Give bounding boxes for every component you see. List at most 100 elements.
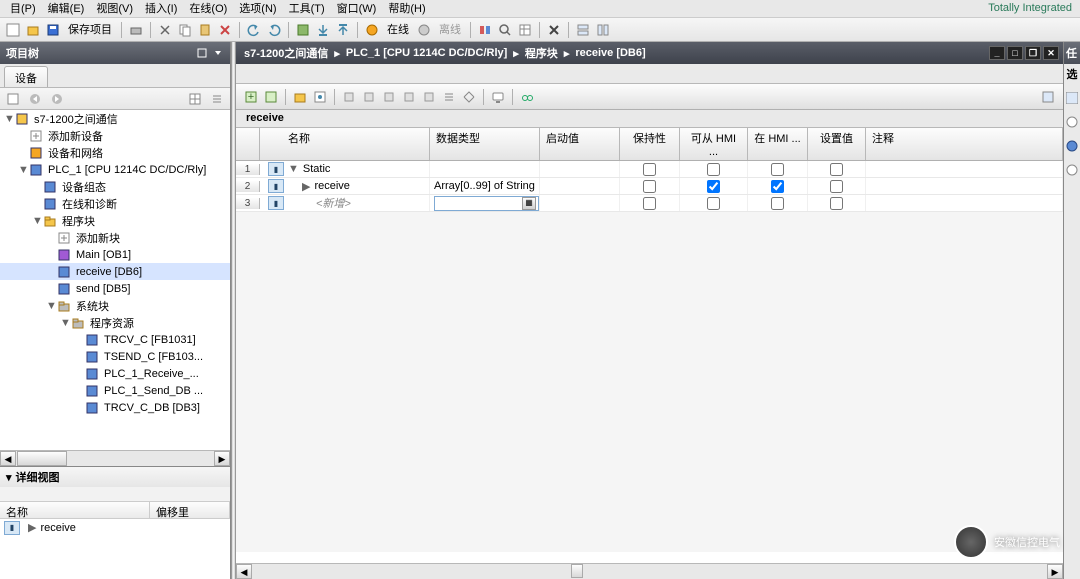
open-project-button[interactable] [24,21,42,39]
minimize-button[interactable]: _ [989,46,1005,60]
menu-view[interactable]: 视图(V) [90,0,139,17]
tree-item[interactable]: TRCV_C_DB [DB3] [0,399,230,416]
tree-item[interactable]: PLC_1_Receive_... [0,365,230,382]
tree-item[interactable]: ▼系统块 [0,297,230,314]
upload-button[interactable] [334,21,352,39]
cell-type-wrap[interactable]: ▦ [430,195,540,211]
et-settings-button[interactable] [1039,88,1057,106]
cell-type-wrap[interactable]: Array[0..99] of String [430,178,540,194]
breadcrumb-segment[interactable]: s7-1200之间通信 [240,45,332,61]
tree-item[interactable]: ▼程序块 [0,212,230,229]
retain-checkbox[interactable] [643,180,656,193]
tree-toggle-icon[interactable]: ▼ [60,317,70,329]
row-toggle-icon[interactable]: ▶ [302,180,310,193]
detail-view-header[interactable]: ▾ 详细视图 [0,467,230,487]
row-number[interactable]: 2 [236,181,260,192]
go-online-button[interactable] [363,21,381,39]
collapse-icon[interactable] [212,47,224,59]
tree-item[interactable]: 添加新块 [0,229,230,246]
cell-start[interactable] [540,195,620,211]
hmi2-checkbox[interactable] [771,197,784,210]
et-keep-button[interactable] [340,88,358,106]
cell-comment[interactable] [866,161,1063,177]
row-number[interactable]: 3 [236,198,260,209]
col-hmi2[interactable]: 在 HMI ... [748,128,808,160]
tree-list-button[interactable] [208,90,226,108]
et-c1-button[interactable] [360,88,378,106]
et-add-button[interactable] [262,88,280,106]
tree-grid-button[interactable] [186,90,204,108]
undo-button[interactable] [245,21,263,39]
menu-online[interactable]: 在线(O) [183,0,233,17]
row-number[interactable]: 1 [236,164,260,175]
col-name[interactable]: 名称 [260,128,430,160]
menu-window[interactable]: 窗口(W) [331,0,383,17]
cell-hmi1[interactable] [680,195,748,211]
cut-button[interactable] [156,21,174,39]
search-button[interactable] [496,21,514,39]
col-comment[interactable]: 注释 [866,128,1063,160]
col-type[interactable]: 数据类型 [430,128,540,160]
col-start[interactable]: 启动值 [540,128,620,160]
menu-help[interactable]: 帮助(H) [382,0,431,17]
device-tab[interactable]: 设备 [4,66,48,87]
redo-button[interactable] [265,21,283,39]
breadcrumb-segment[interactable]: receive [DB6] [571,47,649,59]
grid-row[interactable]: 1▮▼Static [236,161,1063,178]
col-setpt[interactable]: 设置值 [808,128,866,160]
maximize-button[interactable]: □ [1007,46,1023,60]
hmi1-checkbox[interactable] [707,197,720,210]
db-grid[interactable]: 名称 数据类型 启动值 保持性 可从 HMI ... 在 HMI ... 设置值… [236,128,1063,563]
tree-back-button[interactable] [26,90,44,108]
tree-item[interactable]: 在线和诊断 [0,195,230,212]
cell-retain[interactable] [620,195,680,211]
print-button[interactable] [127,21,145,39]
et-glasses-button[interactable] [518,88,536,106]
row-toggle-icon[interactable]: ▼ [288,163,299,175]
grid-row[interactable]: 2▮▶receiveArray[0..99] of String [236,178,1063,195]
cell-hmi1[interactable] [680,161,748,177]
cell-setpt[interactable] [808,178,866,194]
split-v-button[interactable] [594,21,612,39]
scroll-right-arrow[interactable]: ▶ [1047,564,1063,579]
col-hmi1[interactable]: 可从 HMI ... [680,128,748,160]
col-retain[interactable]: 保持性 [620,128,680,160]
cell-name[interactable]: ▮▶receive [260,178,430,194]
task-item[interactable] [1066,164,1078,176]
save-button[interactable] [44,21,62,39]
editor-h-scrollbar[interactable]: ◀ ▶ [236,563,1063,579]
close-editor-button[interactable]: ✕ [1043,46,1059,60]
paste-button[interactable] [196,21,214,39]
et-list-button[interactable] [440,88,458,106]
copy-button[interactable] [176,21,194,39]
right-panel-title[interactable]: 任 [1064,42,1080,64]
tree-toggle-icon[interactable]: ▼ [32,215,42,227]
cell-setpt[interactable] [808,161,866,177]
tree-item[interactable]: 设备组态 [0,178,230,195]
cell-hmi2[interactable] [748,178,808,194]
type-editor[interactable]: ▦ [434,196,539,211]
et-c3-button[interactable] [400,88,418,106]
tree-item[interactable]: ▼s7-1200之间通信 [0,110,230,127]
scroll-thumb[interactable] [17,451,67,466]
new-project-button[interactable] [4,21,22,39]
menu-edit[interactable]: 编辑(E) [42,0,91,17]
tree-h-scrollbar[interactable]: ◀ ▶ [0,450,230,466]
detail-col-offset[interactable]: 偏移里 [150,502,230,518]
simulator-button[interactable] [476,21,494,39]
cell-retain[interactable] [620,178,680,194]
tree-new-button[interactable] [4,90,22,108]
et-insert-button[interactable]: + [242,88,260,106]
type-dropdown-button[interactable]: ▦ [522,197,536,210]
cell-start[interactable] [540,161,620,177]
tree-item[interactable]: Main [OB1] [0,246,230,263]
cell-comment[interactable] [866,178,1063,194]
tree-item[interactable]: 设备和网络 [0,144,230,161]
tree-item[interactable]: receive [DB6] [0,263,230,280]
menu-tools[interactable]: 工具(T) [283,0,331,17]
menu-options[interactable]: 选项(N) [233,0,282,17]
right-panel-sub[interactable]: 选 [1064,64,1080,84]
tree-item[interactable]: 添加新设备 [0,127,230,144]
tree-toggle-icon[interactable]: ▼ [4,113,14,125]
hmi1-checkbox[interactable] [707,163,720,176]
